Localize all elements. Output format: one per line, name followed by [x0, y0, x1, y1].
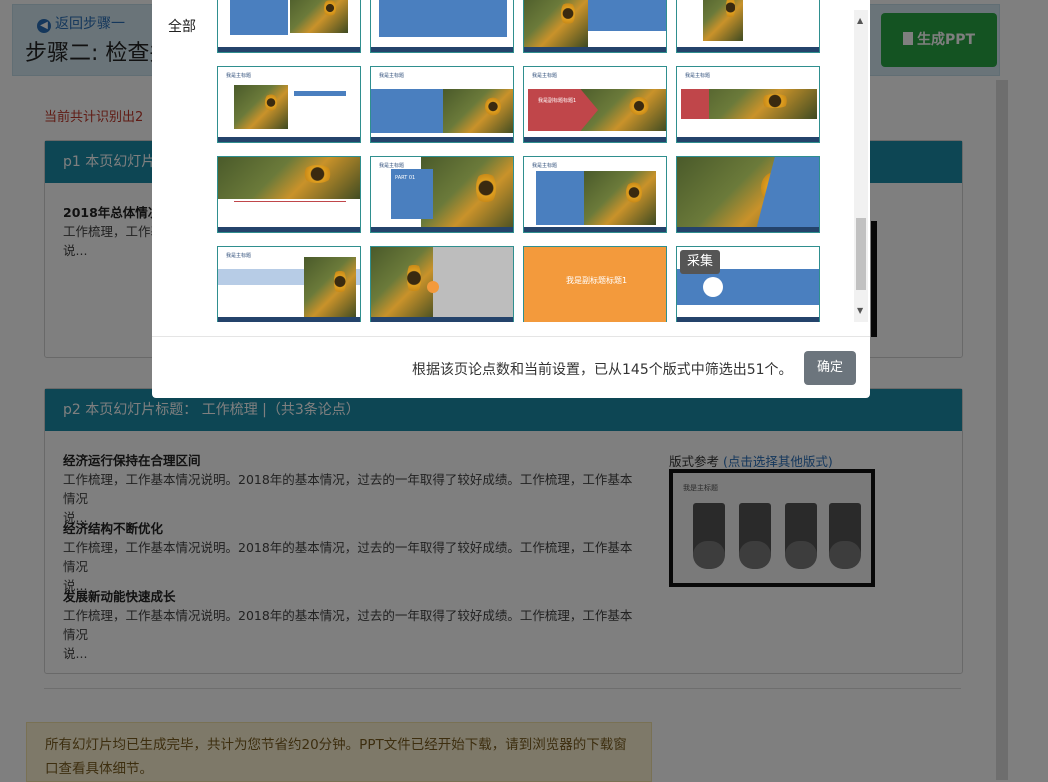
scroll-up-icon[interactable]: ▲ — [857, 16, 863, 25]
filter-summary: 根据该页论点数和当前设置，已从145个版式中筛选出51个。 — [412, 362, 793, 378]
confirm-button[interactable]: 确定 — [804, 351, 856, 385]
layout-tile[interactable] — [676, 0, 820, 53]
category-all[interactable]: 全部 — [168, 16, 196, 36]
collect-tag[interactable]: 采集 — [680, 250, 720, 274]
layout-tile[interactable]: 我是副标题标题1 — [523, 246, 667, 322]
leaf-icon — [703, 277, 723, 297]
modal-footer: 根据该页论点数和当前设置，已从145个版式中筛选出51个。 确定 — [152, 336, 870, 399]
layout-tile[interactable] — [523, 0, 667, 53]
layout-picker-modal: 全部 我是主标题 我是主标题 我是主标题 我是副标题标题1 我是主标题 我是主标… — [152, 0, 870, 398]
modal-scrollbar[interactable]: ▲ ▼ — [854, 10, 868, 322]
layout-tile[interactable]: 我是主标题 — [217, 66, 361, 143]
layout-tile[interactable] — [676, 156, 820, 233]
scroll-down-icon[interactable]: ▼ — [857, 306, 863, 315]
layout-tile[interactable] — [370, 246, 514, 322]
layout-tile[interactable] — [217, 0, 361, 53]
layout-tile[interactable]: 我是主标题 PART 01 — [370, 156, 514, 233]
layout-tile[interactable]: 我是主标题 — [676, 66, 820, 143]
scroll-thumb[interactable] — [856, 218, 866, 290]
layout-tile[interactable] — [370, 0, 514, 53]
layout-tile[interactable]: 我是主标题 — [523, 156, 667, 233]
layout-tile[interactable] — [217, 156, 361, 233]
layout-tile[interactable]: 我是主标题 — [217, 246, 361, 322]
layout-tile[interactable]: 我是主标题 — [370, 66, 514, 143]
layout-tile[interactable]: 我是主标题 我是副标题标题1 — [523, 66, 667, 143]
layout-grid: 我是主标题 我是主标题 我是主标题 我是副标题标题1 我是主标题 我是主标题 P… — [216, 0, 856, 322]
